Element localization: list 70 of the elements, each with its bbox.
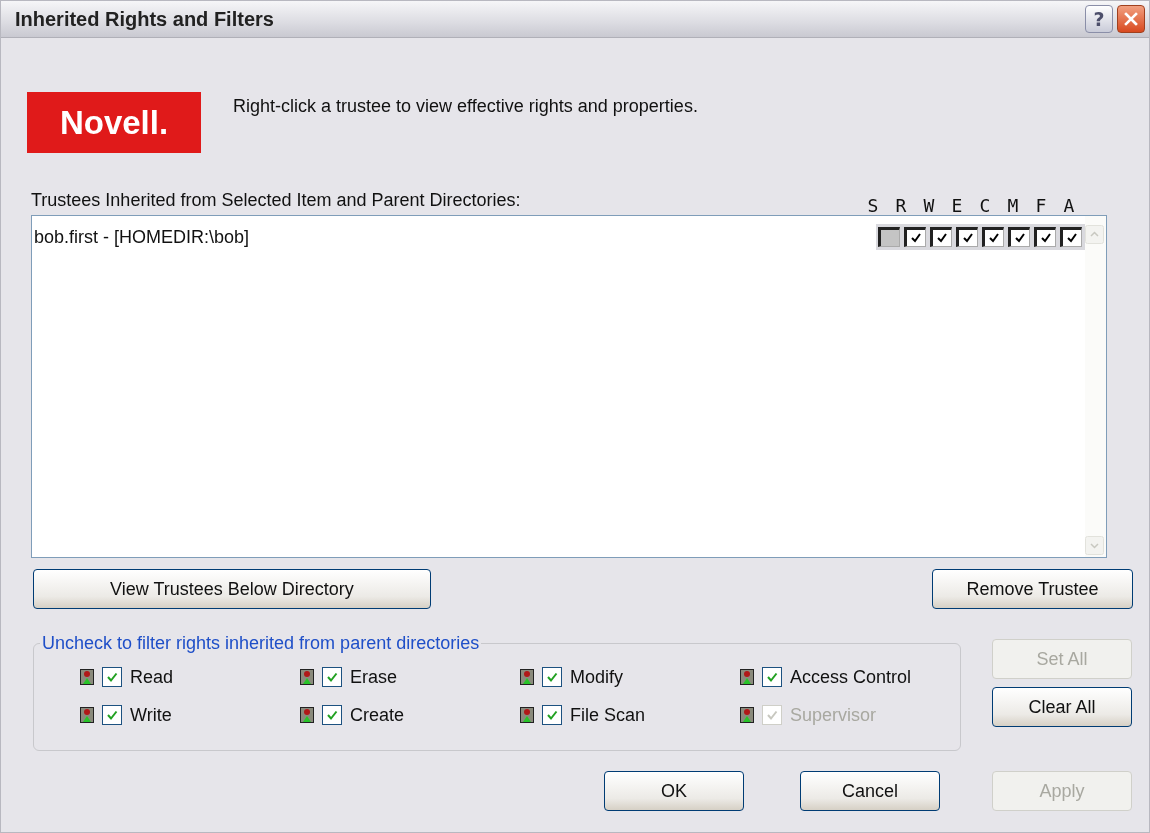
check-icon	[546, 709, 558, 721]
check-icon	[1066, 232, 1078, 244]
check-icon	[546, 671, 558, 683]
check-icon	[326, 671, 338, 683]
column-header: C	[978, 197, 992, 215]
column-header: R	[894, 197, 908, 215]
checkbox[interactable]	[1060, 227, 1082, 247]
checkbox[interactable]	[1008, 227, 1030, 247]
check-icon	[1014, 232, 1026, 244]
button[interactable]: Remove Trustee	[932, 569, 1133, 609]
checkbox[interactable]	[322, 705, 342, 725]
column-header: S	[866, 197, 880, 215]
filter-icon	[520, 707, 534, 723]
checkbox[interactable]	[904, 227, 926, 247]
filter-icon	[740, 669, 754, 685]
help-button[interactable]: ?	[1085, 5, 1113, 33]
column-header: E	[950, 197, 964, 215]
checkbox-label: Read	[130, 666, 174, 688]
checkbox-label: Access Control	[790, 666, 912, 688]
checkbox-label: Supervisor	[790, 704, 877, 726]
button[interactable]: Clear All	[992, 687, 1132, 727]
checkbox-label: Create	[350, 704, 405, 726]
filter-icon	[300, 707, 314, 723]
trustee-row[interactable]: bob.first - [HOMEDIR:\bob]	[34, 223, 1085, 251]
button[interactable]: OK	[604, 771, 744, 811]
column-header: M	[1006, 197, 1020, 215]
column-header: F	[1034, 197, 1048, 215]
checkbox[interactable]	[982, 227, 1004, 247]
scroll-up-icon	[1085, 225, 1104, 244]
checkbox-label: Erase	[350, 666, 398, 688]
check-icon	[962, 232, 974, 244]
checkbox[interactable]	[930, 227, 952, 247]
check-icon	[988, 232, 1000, 244]
filter-icon	[80, 707, 94, 723]
check-icon	[910, 232, 922, 244]
checkbox[interactable]	[878, 227, 900, 247]
checkbox-label: Write	[130, 704, 172, 726]
column-header: A	[1062, 197, 1076, 215]
checkbox[interactable]	[1034, 227, 1056, 247]
close-button[interactable]	[1117, 5, 1145, 33]
checkbox[interactable]	[322, 667, 342, 687]
logo: Novell.	[27, 92, 201, 153]
checkbox-label: Modify	[570, 666, 623, 688]
column-header: W	[922, 197, 936, 215]
checkbox[interactable]	[102, 667, 122, 687]
checkbox[interactable]	[542, 705, 562, 725]
close-icon	[1124, 12, 1138, 26]
check-icon	[766, 671, 778, 683]
checkbox[interactable]	[956, 227, 978, 247]
checkbox[interactable]	[542, 667, 562, 687]
list-label: Trustees Inherited from Selected Item and Parent Directories:	[31, 190, 521, 212]
checkbox-label: File Scan	[570, 704, 646, 726]
checkbox[interactable]	[762, 667, 782, 687]
hint-text: Right-click a trustee to view effective rights and properties.	[233, 96, 698, 117]
check-icon	[106, 671, 118, 683]
check-icon	[1040, 232, 1052, 244]
check-icon	[326, 709, 338, 721]
check-icon	[106, 709, 118, 721]
button[interactable]: Cancel	[800, 771, 940, 811]
window-title: Inherited Rights and Filters	[15, 7, 274, 31]
checkbox[interactable]	[102, 705, 122, 725]
filter-icon	[520, 669, 534, 685]
group-label: Uncheck to filter rights inherited from parent directories	[41, 633, 481, 654]
filter-icon	[300, 669, 314, 685]
scroll-down-icon	[1085, 536, 1104, 555]
check-icon	[936, 232, 948, 244]
scrollbar[interactable]	[1085, 216, 1106, 557]
filter-icon	[740, 707, 754, 723]
filter-icon	[80, 669, 94, 685]
button[interactable]: View Trustees Below Directory	[33, 569, 431, 609]
